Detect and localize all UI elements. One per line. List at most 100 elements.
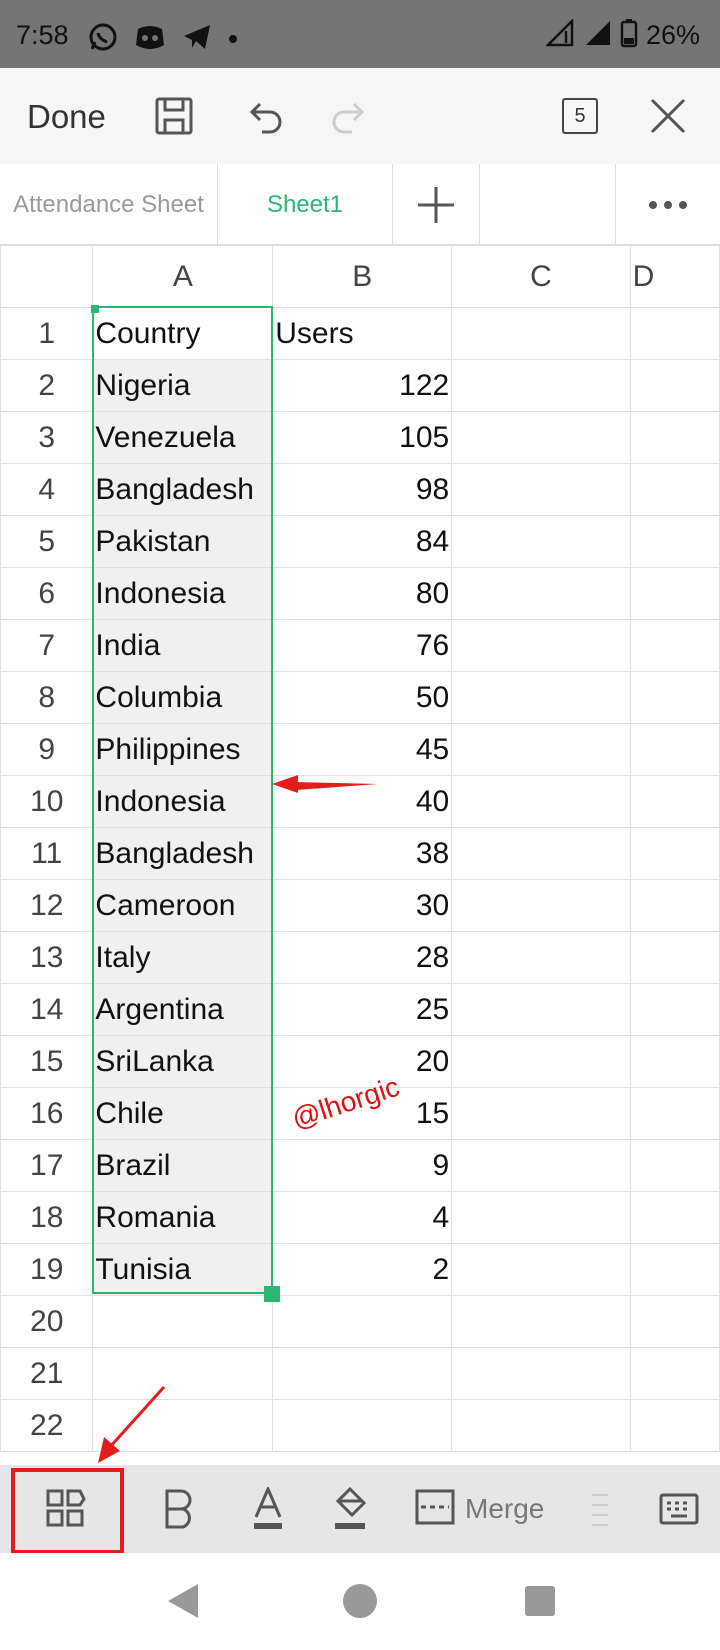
cell-a[interactable]: Argentina	[92, 983, 274, 1036]
row-header[interactable]: 11	[0, 827, 94, 880]
cell-a[interactable]: Philippines	[92, 723, 274, 776]
cell-d[interactable]	[629, 1399, 720, 1452]
undo-icon[interactable]	[238, 90, 290, 142]
cell-a[interactable]: Venezuela	[92, 411, 274, 464]
cell-b[interactable]: 9	[272, 1139, 453, 1192]
cell-b[interactable]: 50	[272, 671, 453, 724]
row-header[interactable]: 12	[0, 879, 94, 932]
selection-handle-top[interactable]	[91, 305, 99, 313]
cell-c[interactable]	[451, 671, 631, 724]
row-header[interactable]: 2	[0, 359, 94, 412]
cell-b[interactable]: 105	[272, 411, 453, 464]
cell-c[interactable]	[451, 619, 631, 672]
cell-a[interactable]	[92, 1295, 274, 1348]
row-header[interactable]: 4	[0, 463, 94, 516]
cell-d[interactable]	[629, 1087, 720, 1140]
cell-d[interactable]	[629, 515, 720, 568]
row-header[interactable]: 3	[0, 411, 94, 464]
merge-button[interactable]: Merge	[415, 1465, 575, 1553]
recents-icon[interactable]	[518, 1579, 562, 1623]
cell-a[interactable]: Romania	[92, 1191, 274, 1244]
cell-b[interactable]: Users	[272, 307, 453, 360]
cell-a[interactable]: Chile	[92, 1087, 274, 1140]
cell-d[interactable]	[629, 879, 720, 932]
cell-b[interactable]: 45	[272, 723, 453, 776]
cell-a[interactable]: India	[92, 619, 274, 672]
cell-a[interactable]: Bangladesh	[92, 827, 274, 880]
home-icon[interactable]	[338, 1579, 382, 1623]
cell-d[interactable]	[629, 411, 720, 464]
cell-b[interactable]: 98	[272, 463, 453, 516]
tab-count-badge[interactable]: 5	[562, 98, 598, 134]
cell-a[interactable]: Italy	[92, 931, 274, 984]
cell-b[interactable]	[272, 1295, 453, 1348]
cell-c[interactable]	[451, 827, 631, 880]
more-icon[interactable]	[616, 164, 720, 245]
row-header[interactable]: 5	[0, 515, 94, 568]
cell-d[interactable]	[629, 463, 720, 516]
cell-b[interactable]: 40	[272, 775, 453, 828]
cell-d[interactable]	[629, 827, 720, 880]
cell-c[interactable]	[451, 1191, 631, 1244]
row-header[interactable]: 21	[0, 1347, 94, 1400]
row-header[interactable]: 18	[0, 1191, 94, 1244]
cell-a[interactable]: SriLanka	[92, 1035, 274, 1088]
row-header[interactable]: 17	[0, 1139, 94, 1192]
cell-d[interactable]	[629, 775, 720, 828]
row-header[interactable]: 20	[0, 1295, 94, 1348]
column-header-a[interactable]: A	[92, 245, 274, 308]
cell-a[interactable]: Indonesia	[92, 567, 274, 620]
cell-c[interactable]	[451, 463, 631, 516]
cell-b[interactable]: 4	[272, 1191, 453, 1244]
cell-d[interactable]	[629, 1347, 720, 1400]
cell-c[interactable]	[451, 775, 631, 828]
row-header[interactable]: 1	[0, 307, 94, 360]
fill-color-icon[interactable]	[320, 1465, 380, 1553]
back-icon[interactable]	[160, 1579, 204, 1623]
cell-b[interactable]	[272, 1347, 453, 1400]
cell-d[interactable]	[629, 1295, 720, 1348]
row-header[interactable]: 6	[0, 567, 94, 620]
cell-c[interactable]	[451, 307, 631, 360]
cell-c[interactable]	[451, 515, 631, 568]
row-header[interactable]: 14	[0, 983, 94, 1036]
cell-c[interactable]	[451, 1087, 631, 1140]
cell-b[interactable]: 84	[272, 515, 453, 568]
save-icon[interactable]	[148, 90, 200, 142]
close-icon[interactable]	[642, 90, 694, 142]
bold-icon[interactable]	[150, 1465, 210, 1553]
cell-a[interactable]: Nigeria	[92, 359, 274, 412]
row-header[interactable]: 7	[0, 619, 94, 672]
cell-d[interactable]	[629, 1243, 720, 1296]
spreadsheet-grid[interactable]: A B C D 1 Country Users 2 Nigeria 122 3 Venezue…	[0, 245, 720, 1465]
cell-d[interactable]	[629, 1035, 720, 1088]
cell-d[interactable]	[629, 671, 720, 724]
cell-d[interactable]	[629, 1139, 720, 1192]
cell-d[interactable]	[629, 307, 720, 360]
cell-c[interactable]	[451, 723, 631, 776]
selection-handle-bottom[interactable]	[264, 1286, 280, 1302]
row-header[interactable]: 22	[0, 1399, 94, 1452]
cell-a[interactable]: Brazil	[92, 1139, 274, 1192]
cell-a[interactable]: Columbia	[92, 671, 274, 724]
cell-d[interactable]	[629, 1191, 720, 1244]
cell-b[interactable]: 2	[272, 1243, 453, 1296]
cell-d[interactable]	[629, 983, 720, 1036]
font-color-icon[interactable]	[238, 1465, 298, 1553]
cell-c[interactable]	[451, 983, 631, 1036]
cell-d[interactable]	[629, 723, 720, 776]
cell-b[interactable]: 80	[272, 567, 453, 620]
cell-d[interactable]	[629, 359, 720, 412]
cell-d[interactable]	[629, 619, 720, 672]
row-header[interactable]: 9	[0, 723, 94, 776]
cell-b[interactable]	[272, 1399, 453, 1452]
cell-c[interactable]	[451, 567, 631, 620]
cell-c[interactable]	[451, 931, 631, 984]
cell-a[interactable]: Country	[92, 307, 274, 360]
done-button[interactable]: Done	[27, 98, 106, 136]
cell-a[interactable]: Pakistan	[92, 515, 274, 568]
column-header-c[interactable]: C	[451, 245, 631, 308]
row-header[interactable]: 8	[0, 671, 94, 724]
cell-b[interactable]: 122	[272, 359, 453, 412]
cell-b[interactable]: 30	[272, 879, 453, 932]
